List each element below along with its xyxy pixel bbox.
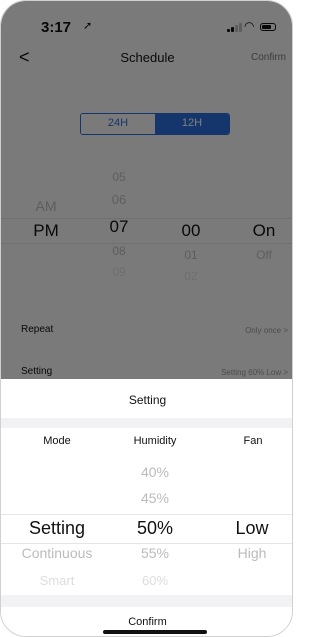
sheet-divider — [1, 595, 292, 607]
sheet-title: Setting — [128, 393, 167, 407]
humidity-column-header: Humidity — [133, 435, 177, 447]
setting-sheet: Setting Mode Humidity Fan Setting Contin… — [1, 379, 292, 636]
humidity-option-selected: 50% — [136, 518, 174, 538]
home-indicator — [103, 630, 207, 634]
fan-option: High — [237, 545, 267, 561]
sheet-divider — [1, 418, 292, 428]
mode-column-header: Mode — [43, 435, 71, 447]
fan-column-header: Fan — [243, 435, 263, 447]
fan-option-selected: Low — [235, 518, 269, 538]
mode-option-selected: Setting — [28, 518, 86, 538]
humidity-option: 60% — [141, 573, 169, 588]
humidity-option: 45% — [140, 490, 170, 506]
dim-overlay[interactable] — [1, 1, 292, 379]
phone-frame: 3:17 ➚ ◠ < Schedule Confirm 24H 12H AM P… — [0, 0, 293, 637]
sheet-confirm-button[interactable]: Confirm — [1, 616, 292, 628]
mode-option: Smart — [39, 573, 75, 588]
humidity-option: 55% — [140, 545, 170, 561]
humidity-option: 40% — [140, 464, 170, 480]
mode-option: Continuous — [21, 545, 93, 561]
